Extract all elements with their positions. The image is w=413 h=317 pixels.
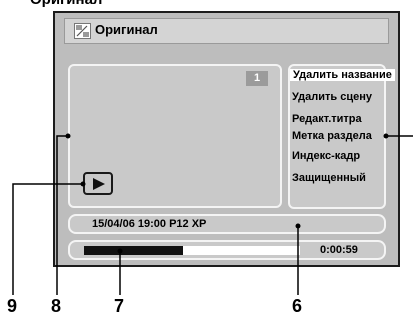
callout-9: 9 <box>7 296 18 316</box>
callout-lines <box>12 133 413 295</box>
callout-7: 7 <box>114 296 125 316</box>
callout-6: 6 <box>292 296 303 316</box>
callout-8: 8 <box>51 296 62 316</box>
